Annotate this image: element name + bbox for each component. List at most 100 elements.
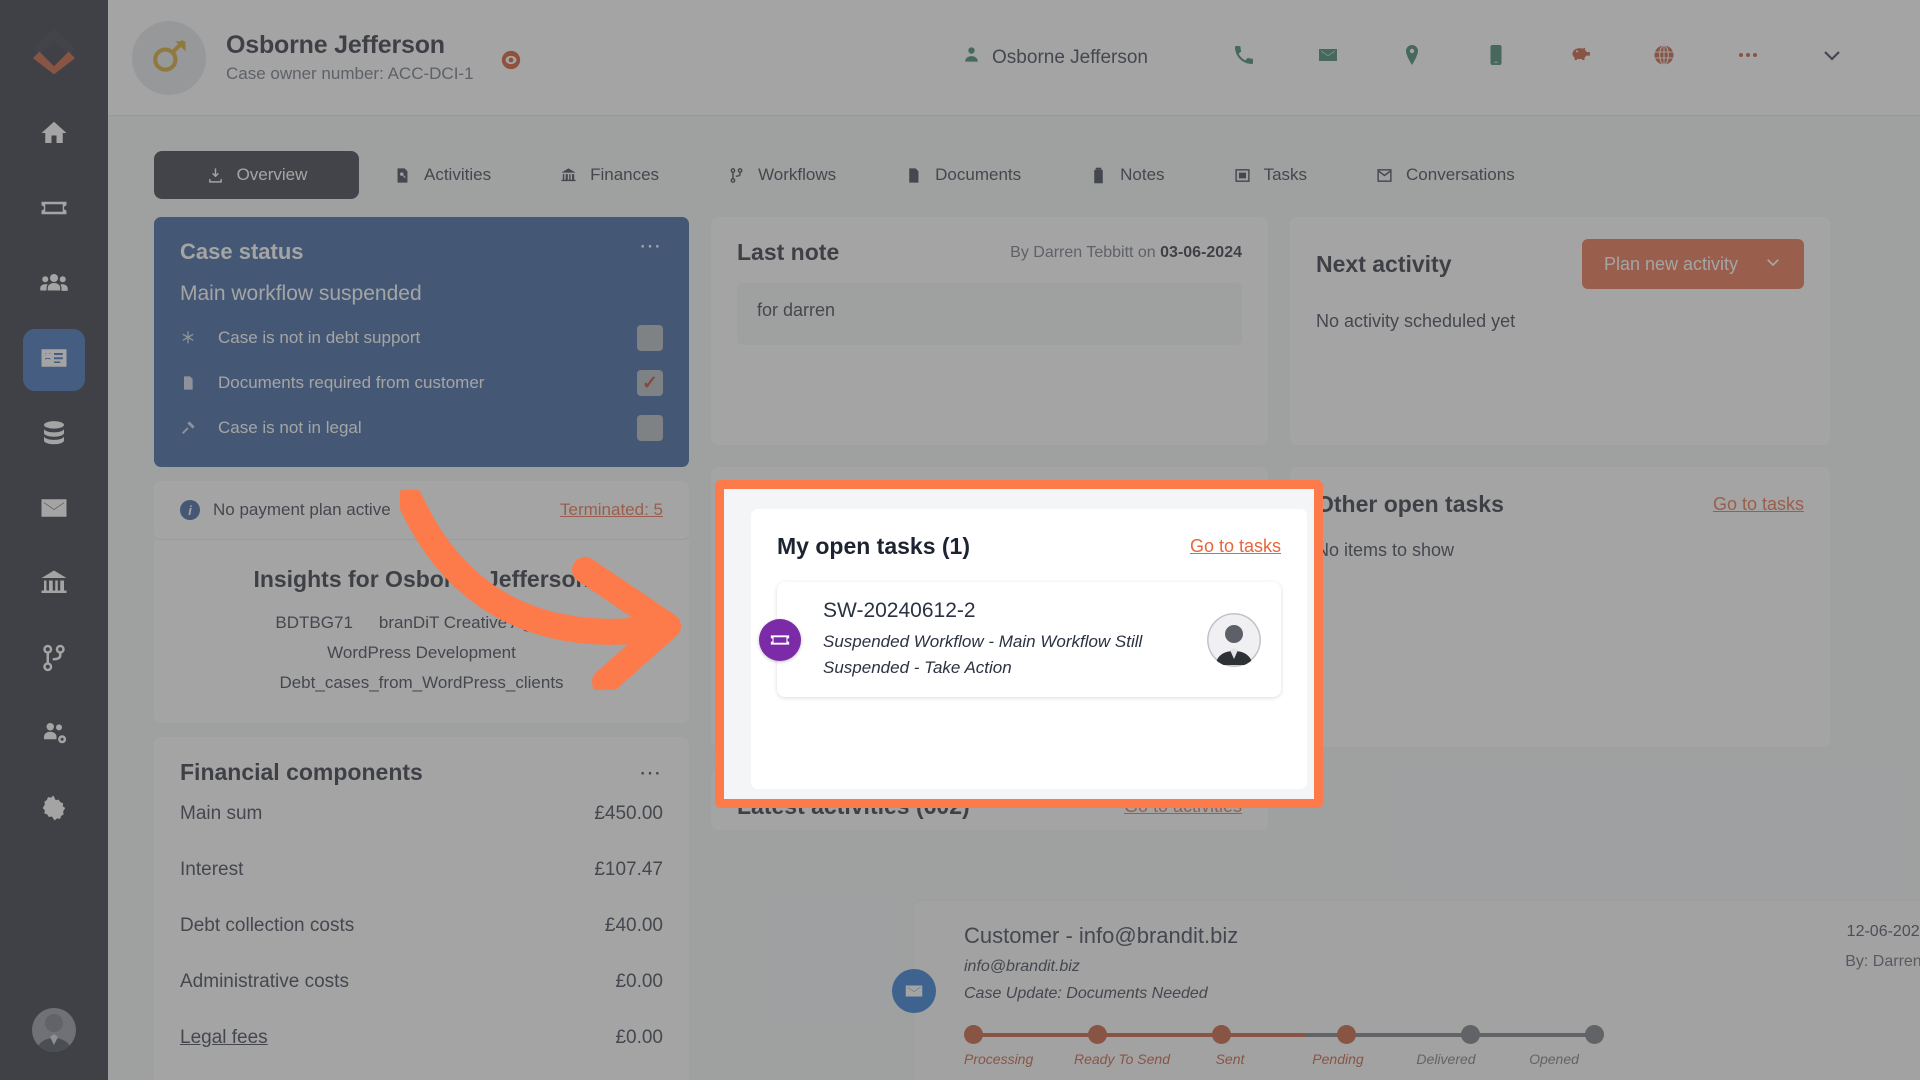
ellipsis-icon[interactable]: ⋯ [639,766,663,780]
activities-icon [393,166,412,185]
financial-components-card: Financial components ⋯ Main sum £450.00 … [154,737,689,1080]
last-note-author: By Darren Tebbitt on [1010,244,1156,261]
sidebar-item-home[interactable] [23,104,85,166]
financial-label: Interest [180,859,243,881]
header-action-website[interactable] [1622,43,1706,72]
activity-card[interactable]: Customer - info@brandit.biz info@brandit… [913,900,1920,1080]
insight-tag[interactable]: Debt_cases_from_WordPress_clients [279,673,563,693]
case-status-checkbox[interactable]: ✓ [637,370,663,396]
people-icon [39,268,69,303]
financial-label-link[interactable]: Legal fees [180,1027,268,1049]
case-status-row-label: Case is not in debt support [218,328,420,348]
sidebar-item-cases[interactable] [23,329,85,391]
tab-label: Documents [935,165,1021,185]
next-activity-title: Next activity [1316,251,1452,278]
header-action-more[interactable] [1706,43,1790,72]
gavel-icon [180,419,208,437]
header-action-email[interactable] [1286,43,1370,72]
document-icon [904,166,923,185]
ellipsis-icon [1736,43,1760,72]
left-column: Case status ⋯ Main workflow suspended Ca… [154,217,689,1080]
case-status-row: Case is not in legal [180,415,663,441]
sidebar-item-contacts[interactable] [23,254,85,316]
id-card-icon [39,343,69,378]
tab-activities[interactable]: Activities [359,151,525,199]
step-dot [1585,1025,1604,1044]
case-status-row: Documents required from customer ✓ [180,370,663,396]
my-open-tasks-card-highlighted: My open tasks (1) Go to tasks SW-2024061… [751,509,1307,789]
task-list-item[interactable]: SW-20240612-2 Suspended Workflow - Main … [777,582,1281,697]
tab-conversations[interactable]: Conversations [1341,151,1549,199]
person-icon [962,45,981,70]
my-open-tasks-goto-link[interactable]: Go to tasks [1190,536,1281,557]
envelope-icon [1316,43,1340,72]
case-status-checkbox[interactable] [637,415,663,441]
insight-tag[interactable]: branDiT Creative Agency [379,613,568,633]
header-action-payment[interactable] [1538,43,1622,72]
highlight-region: My open tasks (1) Go to tasks SW-2024061… [715,480,1323,808]
tab-label: Tasks [1264,165,1307,185]
case-status-row-label: Documents required from customer [218,373,484,393]
terminated-link[interactable]: Terminated: 5 [560,500,663,520]
ellipsis-icon[interactable]: ⋯ [639,239,663,253]
plan-new-activity-label: Plan new activity [1604,254,1738,275]
financial-label: Main sum [180,803,262,825]
tab-label: Finances [590,165,659,185]
step-dot [964,1025,983,1044]
sidebar-item-database[interactable] [23,404,85,466]
info-icon: i [180,500,200,520]
case-status-checkbox[interactable] [637,325,663,351]
sidebar-item-finance[interactable] [23,554,85,616]
globe-icon [1652,43,1676,72]
financial-label: Administrative costs [180,971,349,993]
header-action-mobile[interactable] [1454,43,1538,72]
tab-notes[interactable]: Notes [1055,151,1198,199]
asterisk-icon [180,329,208,347]
financial-row: Legal fees £0.00 [180,1010,663,1066]
tab-overview[interactable]: Overview [154,151,359,199]
document-icon [180,374,208,392]
financial-value: £450.00 [594,803,663,825]
eye-icon[interactable] [500,49,522,71]
step-label: Processing [964,1051,1064,1067]
next-activity-empty: No activity scheduled yet [1316,311,1804,332]
insight-tag[interactable]: BDTBG71 [275,613,352,633]
activity-email: info@brandit.biz [964,958,1845,976]
sidebar-item-mail[interactable] [23,479,85,541]
activity-status-steps: Processing Ready To Send Sent Pending De… [964,1025,1604,1067]
insights-tags: BDTBG71 branDiT Creative Agency WordPres… [180,613,663,693]
sidebar-item-workflows[interactable] [23,629,85,691]
case-person-block: Osborne Jefferson Case owner number: ACC… [226,31,474,84]
last-note-meta: By Darren Tebbitt on 03-06-2024 [1010,244,1242,262]
tab-tasks[interactable]: Tasks [1199,151,1341,199]
case-status-row-label: Case is not in legal [218,418,362,438]
step-label: Sent [1180,1051,1280,1067]
other-open-tasks-goto-link[interactable]: Go to tasks [1713,494,1804,515]
sidebar-item-settings[interactable] [23,779,85,841]
step-label: Pending [1288,1051,1388,1067]
ticket-icon [759,619,801,661]
sidebar-item-teams[interactable] [23,704,85,766]
company-logo[interactable] [26,22,82,78]
conversations-icon [1375,166,1394,185]
case-status-subtitle: Main workflow suspended [180,282,663,306]
tab-workflows[interactable]: Workflows [693,151,870,199]
plan-new-activity-button[interactable]: Plan new activity [1582,239,1804,289]
step-label: Delivered [1396,1051,1496,1067]
sidebar-item-tickets[interactable] [23,179,85,241]
task-id: SW-20240612-2 [823,599,1207,623]
header-action-location[interactable] [1370,43,1454,72]
tab-finances[interactable]: Finances [525,151,693,199]
case-status-card: Case status ⋯ Main workflow suspended Ca… [154,217,689,467]
map-pin-icon [1400,43,1424,72]
tab-documents[interactable]: Documents [870,151,1055,199]
assignee-avatar [1207,613,1261,667]
sidebar-user-avatar[interactable] [32,1008,76,1052]
financial-row: Administrative costs £0.00 [180,954,663,1010]
case-status-row: Case is not in debt support [180,325,663,351]
header-action-expand[interactable] [1790,43,1874,72]
insight-tag[interactable]: WordPress Development [327,643,516,663]
contact-name-chip[interactable]: Osborne Jefferson [962,45,1148,70]
header-action-phone[interactable] [1202,43,1286,72]
tabs-bar: Overview Activities Finances Workflows D… [108,116,1920,199]
